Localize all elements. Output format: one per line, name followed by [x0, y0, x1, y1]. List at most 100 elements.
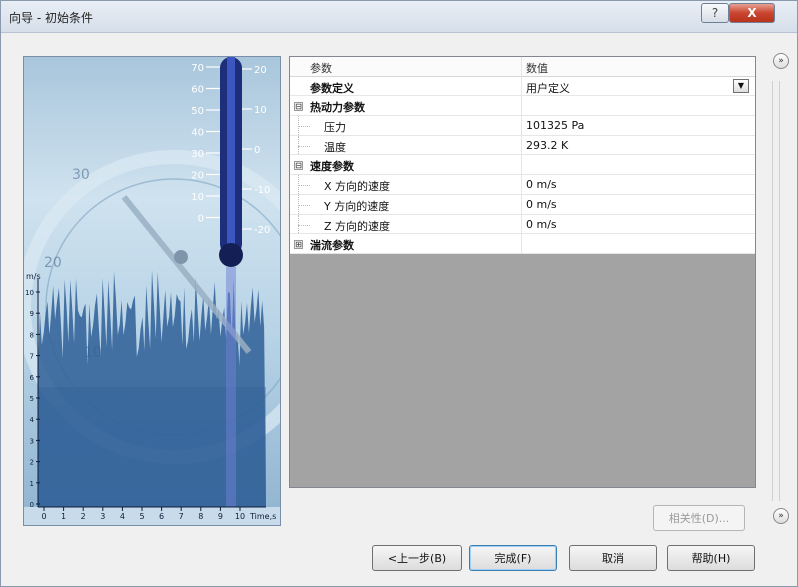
value-cell[interactable]: 0 m/s: [526, 195, 755, 214]
parameter-cell: Y 方向的速度: [290, 194, 522, 214]
grid-row[interactable]: ⊟ 热动力参数: [290, 96, 755, 117]
value-cell[interactable]: 用户定义 ▼: [526, 77, 755, 96]
y-tick-label: 2: [30, 459, 34, 467]
dial-tick-label: 30: [72, 167, 90, 183]
value-cell[interactable]: 0 m/s: [526, 215, 755, 234]
dropdown-arrow-icon[interactable]: ▼: [733, 78, 749, 93]
grid-row[interactable]: 压力 101325 Pa: [290, 116, 755, 136]
back-button[interactable]: <上一步(B): [372, 545, 462, 571]
x-tick-label: 1: [61, 512, 66, 521]
title-bar[interactable]: 向导 - 初始条件 ? X: [1, 1, 797, 33]
dial-tick-label: 20: [44, 255, 62, 271]
grid-row[interactable]: ⊟ 速度参数: [290, 155, 755, 176]
close-icon: X: [747, 6, 757, 20]
parameter-cell: Z 方向的速度: [290, 214, 522, 234]
expand-collapse-icon[interactable]: ⊟: [294, 161, 303, 171]
property-grid-table: 参数 数值 参数定义 用户定义 ▼ ⊟ 热动力参数 压力 101325 Pa 温度 293.2 …: [290, 57, 755, 254]
y-tick-label: 9: [30, 310, 34, 318]
tree-branch: [298, 145, 310, 147]
y-tick-label: 4: [30, 416, 35, 424]
fahrenheit-tick-label: 0: [254, 145, 260, 156]
parameter-value: 293.2 K: [526, 138, 569, 152]
x-tick-label: 0: [41, 512, 46, 521]
x-tick-label: 3: [100, 512, 105, 521]
grid-row[interactable]: Y 方向的速度 0 m/s: [290, 194, 755, 215]
parameter-value: 用户定义: [526, 81, 570, 95]
grid-row[interactable]: 温度 293.2 K: [290, 135, 755, 156]
parameter-label: Z 方向的速度: [324, 219, 391, 233]
double-chevron-icon: »: [778, 511, 784, 521]
grid-row[interactable]: X 方向的速度 0 m/s: [290, 175, 755, 195]
parameter-cell: 温度: [290, 135, 522, 155]
value-cell: [526, 234, 755, 253]
y-tick-label: 7: [30, 353, 34, 361]
thermometer-mercury: [227, 57, 235, 255]
collapse-top-button[interactable]: »: [773, 53, 789, 69]
grid-header: 参数 数值: [290, 57, 755, 77]
y-tick-label: 5: [30, 395, 34, 403]
celsius-tick-label: 20: [191, 171, 204, 182]
grid-row[interactable]: Z 方向的速度 0 m/s: [290, 214, 755, 235]
tree-branch: [298, 224, 310, 226]
value-cell[interactable]: 293.2 K: [526, 136, 755, 155]
x-tick-label: 2: [81, 512, 86, 521]
parameter-label: X 方向的速度: [324, 180, 391, 194]
close-button[interactable]: X: [729, 3, 775, 23]
parameter-value: 0 m/s: [526, 197, 557, 211]
fahrenheit-tick-label: 10: [254, 105, 267, 116]
y-tick-label: 1: [30, 480, 34, 488]
cancel-button[interactable]: 取消: [569, 545, 657, 571]
y-tick-label: 10: [25, 289, 34, 297]
property-grid[interactable]: 参数 数值 参数定义 用户定义 ▼ ⊟ 热动力参数 压力 101325 Pa 温度 293.2 …: [289, 56, 756, 488]
header-value: 数值: [526, 62, 548, 75]
celsius-tick-label: 10: [191, 192, 204, 203]
parameter-label: 速度参数: [310, 160, 354, 174]
expand-collapse-icon[interactable]: ⊞: [294, 240, 303, 250]
help-button[interactable]: 帮助(H): [667, 545, 755, 571]
celsius-tick-label: 30: [191, 149, 204, 160]
grid-row[interactable]: ⊞ 湍流参数: [290, 234, 755, 254]
x-tick-label: 9: [218, 512, 223, 521]
help-title-button[interactable]: ?: [701, 3, 729, 23]
y-tick-label: 3: [30, 437, 34, 445]
value-cell[interactable]: 101325 Pa: [526, 116, 755, 135]
parameter-cell: ⊞ 湍流参数: [290, 234, 522, 253]
parameter-label: 压力: [324, 121, 346, 135]
grid-row[interactable]: 参数定义 用户定义 ▼: [290, 76, 755, 97]
y-tick-label: 6: [30, 374, 35, 382]
parameter-label: 热动力参数: [310, 101, 365, 115]
window-title: 向导 - 初始条件: [9, 11, 93, 25]
x-tick-label: 8: [198, 512, 203, 521]
finish-button[interactable]: 完成(F): [469, 545, 557, 571]
thermometer-bulb: [219, 243, 243, 267]
double-chevron-icon: »: [778, 56, 784, 66]
correlation-button[interactable]: 相关性(D)...: [653, 505, 745, 531]
wizard-window: 向导 - 初始条件 ? X 30201070605040302010020100…: [0, 0, 798, 587]
celsius-tick-label: 70: [191, 63, 204, 74]
collapse-bottom-button[interactable]: »: [773, 508, 789, 524]
side-divider: [772, 81, 780, 501]
hero-illustration: 30201070605040302010020100-10-20m/s10987…: [23, 56, 281, 526]
parameter-label: 湍流参数: [310, 239, 354, 253]
celsius-tick-label: 0: [198, 214, 204, 225]
y-tick-label: 8: [30, 331, 34, 339]
tree-branch: [298, 185, 310, 187]
parameter-cell: ⊟ 速度参数: [290, 155, 522, 175]
value-cell: [526, 155, 755, 174]
value-cell[interactable]: 0 m/s: [526, 175, 755, 194]
tree-branch: [298, 126, 310, 128]
x-tick-label: 7: [179, 512, 184, 521]
hero-svg: 30201070605040302010020100-10-20m/s10987…: [24, 57, 280, 525]
fahrenheit-tick-label: -20: [254, 225, 270, 236]
x-tick-label: 5: [139, 512, 144, 521]
expand-collapse-icon[interactable]: ⊟: [294, 102, 303, 112]
value-cell: [526, 96, 755, 115]
x-axis-label: Time,s: [249, 512, 276, 521]
fahrenheit-tick-label: 20: [254, 65, 267, 76]
x-tick-label: 4: [120, 512, 125, 521]
celsius-tick-label: 60: [191, 85, 204, 96]
fahrenheit-tick-label: -10: [254, 185, 270, 196]
parameter-cell: X 方向的速度: [290, 175, 522, 194]
celsius-tick-label: 50: [191, 106, 204, 117]
x-tick-label: 10: [235, 512, 245, 521]
